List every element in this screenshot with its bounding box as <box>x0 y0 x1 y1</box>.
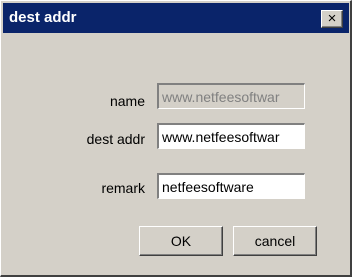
ok-button[interactable]: OK <box>139 226 223 256</box>
close-icon: × <box>327 10 337 27</box>
remark-field[interactable] <box>157 173 305 199</box>
remark-label: remark <box>101 180 145 196</box>
dest-addr-label: dest addr <box>86 131 145 147</box>
name-label: name <box>109 93 145 109</box>
name-field <box>157 83 305 109</box>
window-title: dest addr <box>9 9 77 26</box>
title-bar[interactable]: dest addr × <box>3 3 349 33</box>
dest-addr-field[interactable] <box>157 123 305 149</box>
dest-addr-dialog: dest addr × name dest addr remark OK can… <box>0 0 352 277</box>
close-button[interactable]: × <box>321 10 343 28</box>
cancel-button[interactable]: cancel <box>233 226 317 256</box>
